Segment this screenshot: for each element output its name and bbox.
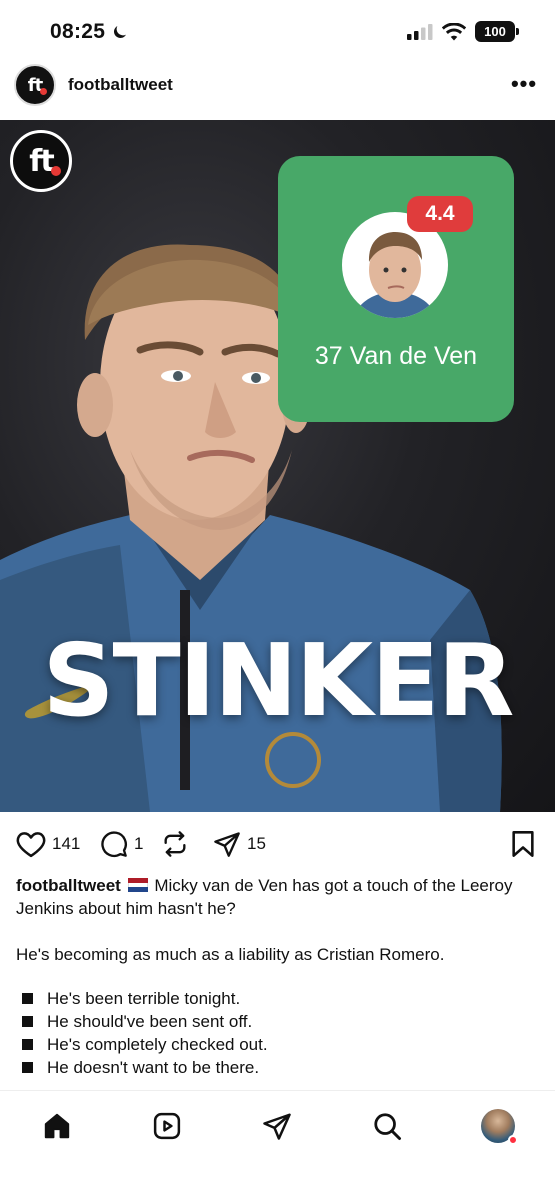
caption-username[interactable]: footballtweet [16,876,121,895]
share-button[interactable]: 15 [213,830,266,858]
profile-avatar[interactable] [481,1109,518,1145]
bullet-square-icon [22,1039,33,1050]
headline-text: STINKER [42,622,515,739]
nav-search[interactable] [370,1109,404,1143]
moon-icon [114,26,127,38]
post-username[interactable]: footballtweet [68,75,173,95]
like-count: 141 [52,834,81,853]
nav-reels[interactable] [150,1109,184,1143]
list-item: He's completely checked out. [16,1033,541,1056]
caption-bullet-list: He's been terrible tonight. He should've… [16,987,541,1079]
bookmark-icon [512,831,534,857]
search-icon [374,1113,401,1140]
status-indicators: 100 [407,21,519,42]
comment-icon [101,831,127,858]
status-bar: 08:25 100 [0,0,555,62]
battery-level: 100 [484,24,506,39]
rating-badge: 4.4 [407,196,473,232]
list-item: He doesn't want to be there. [16,1056,541,1079]
bullet-square-icon [22,1062,33,1073]
netherlands-flag-icon [127,878,148,892]
post-image[interactable]: ft 4.4 37 Van de Ven STINKER [0,120,555,812]
reels-icon [153,1112,181,1140]
bullet-square-icon [22,993,33,1004]
like-button[interactable]: 141 [16,830,80,858]
list-item: He should've been sent off. [16,1010,541,1033]
comment-button[interactable]: 1 [100,830,143,858]
ft-logo: ft [10,130,72,192]
post-header: ft footballtweet ••• [0,62,555,120]
caption-paragraph-2: He's becoming as much as a liability as … [16,945,445,964]
player-label: 37 Van de Ven [314,342,478,370]
share-count: 15 [247,834,266,853]
notification-dot [508,1135,518,1145]
nav-home[interactable] [40,1109,74,1143]
save-button[interactable] [510,830,536,858]
account-avatar[interactable]: ft [14,64,56,106]
nav-messages[interactable] [260,1109,294,1143]
comment-count: 1 [134,834,144,853]
repost-button[interactable] [161,830,189,858]
bottom-navigation [0,1090,555,1200]
home-icon [44,1113,70,1139]
signal-icon [407,23,433,40]
send-icon [263,1113,291,1140]
heart-icon [16,832,46,858]
repost-icon [164,831,186,857]
ft-logo-small: ft [28,75,48,96]
list-item: He's been terrible tonight. [16,987,541,1010]
more-options-icon[interactable]: ••• [509,70,539,98]
status-time: 08:25 [50,20,129,44]
share-icon [214,832,240,857]
bullet-square-icon [22,1016,33,1027]
caption-paragraph-1: footballtweet Micky van de Ven has got a… [16,874,541,920]
wifi-icon [442,22,466,40]
post-actions: 141 1 15 [0,818,555,870]
battery-icon: 100 [475,21,519,42]
time-text: 08:25 [50,20,106,43]
rating-card: 4.4 37 Van de Ven [278,156,514,422]
post-caption: footballtweet Micky van de Ven has got a… [16,874,541,1079]
